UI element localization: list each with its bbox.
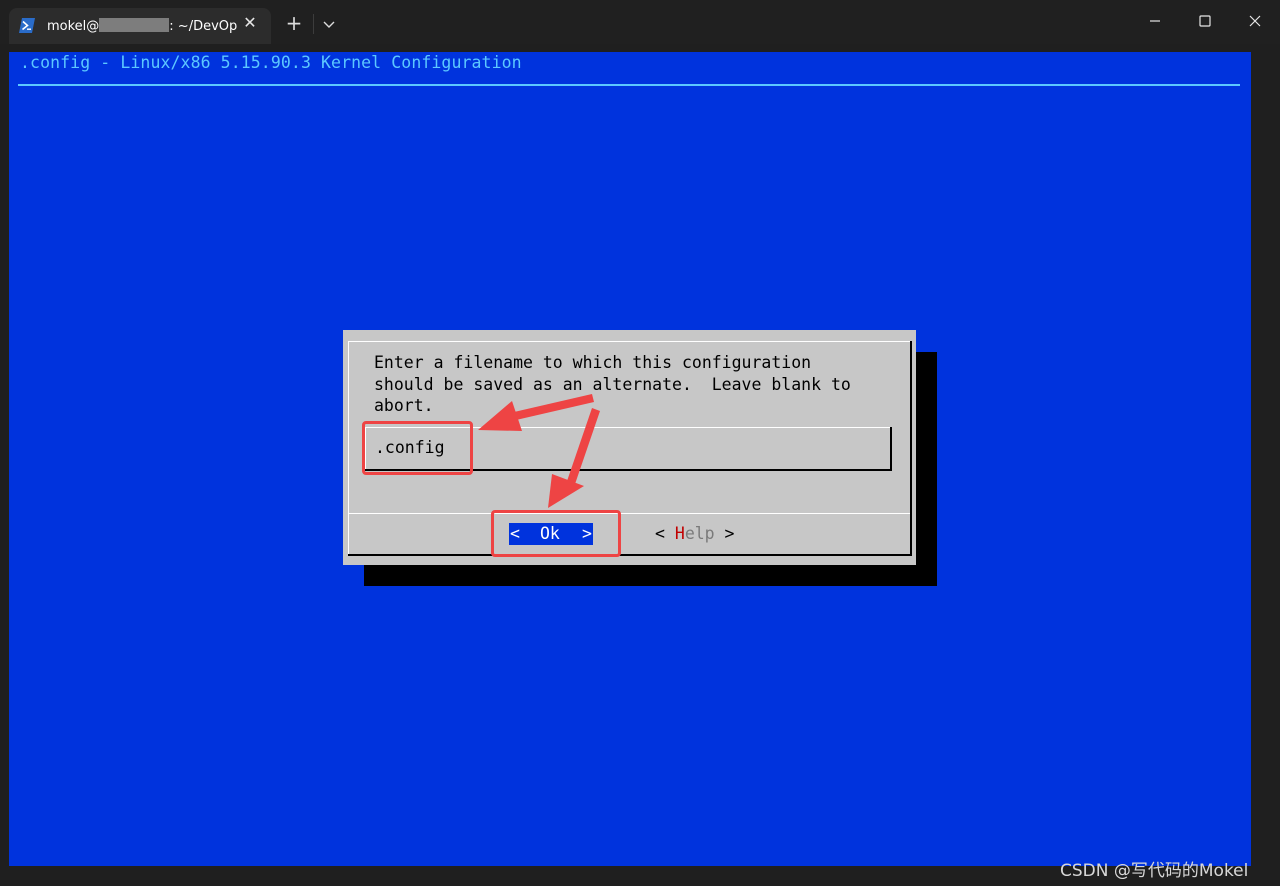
dialog-button-divider [349, 513, 910, 514]
annotation-box-input [362, 421, 473, 475]
new-tab-button[interactable]: + [283, 12, 305, 34]
help-left-bracket: < [655, 524, 675, 543]
tab-title-user: mokel@ [47, 19, 100, 34]
powershell-icon [19, 18, 35, 33]
toolbar-separator [313, 14, 314, 34]
prompt-line: Enter a filename to which this configura… [374, 353, 812, 372]
help-right-bracket: > [714, 524, 735, 543]
csdn-watermark: CSDN @写代码的Mokel [1060, 861, 1249, 881]
dialog-frame-right [910, 341, 912, 555]
tab-title-path: : ~/DevOp [169, 19, 238, 34]
chevron-down-icon[interactable] [320, 14, 338, 34]
maximize-icon[interactable] [1182, 8, 1228, 36]
tab-title: mokel@ : ~/DevOp [47, 18, 237, 34]
help-label-rest: elp [684, 524, 715, 543]
tab-close-icon[interactable]: ✕ [242, 16, 258, 32]
dialog-frame-top [348, 341, 911, 342]
help-button[interactable]: < Help > [655, 523, 735, 545]
redacted-hostname [99, 18, 170, 32]
minimize-icon[interactable] [1132, 8, 1178, 36]
input-frame-right [890, 427, 892, 471]
dialog-frame-bottom [348, 554, 912, 556]
annotation-box-ok [491, 510, 621, 557]
dialog-prompt: Enter a filename to which this configura… [374, 352, 851, 417]
prompt-line: abort. [374, 396, 434, 415]
close-window-icon[interactable] [1232, 8, 1278, 36]
terminal-tab[interactable]: mokel@ : ~/DevOp ✕ [9, 8, 271, 44]
dialog-frame-left [348, 341, 349, 555]
title-underline [18, 84, 1240, 86]
title-bar: mokel@ : ~/DevOp ✕ + [0, 0, 1280, 44]
help-hotkey: H [674, 524, 685, 543]
kernel-config-title: .config - Linux/x86 5.15.90.3 Kernel Con… [20, 53, 522, 72]
prompt-line: should be saved as an alternate. Leave b… [374, 374, 851, 394]
